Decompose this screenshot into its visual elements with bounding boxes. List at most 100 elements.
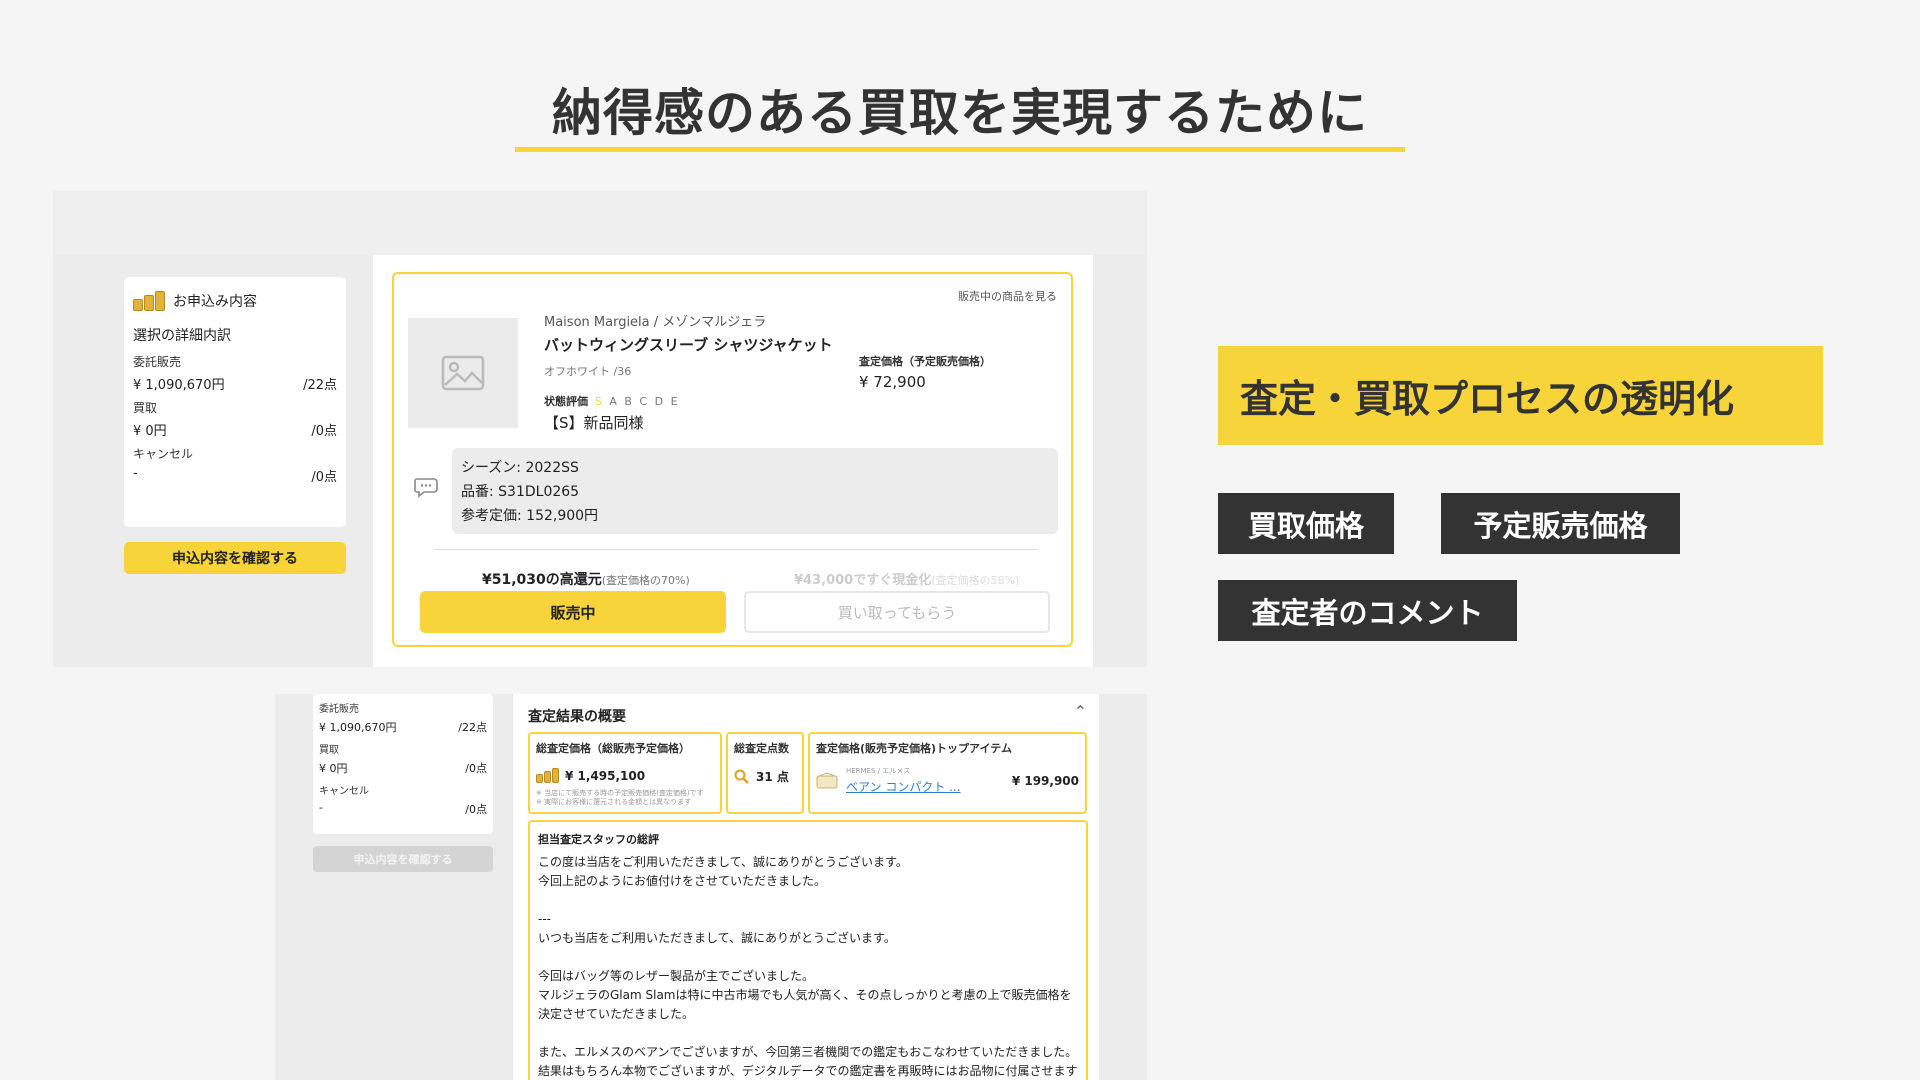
summary-label-consign: 委託販売 (133, 355, 182, 369)
staff-review-line: いつも当店をご利用いただきまして、誠にありがとうございます。 (538, 931, 896, 945)
summary-amount: ¥ 0円 (133, 424, 167, 439)
divider (434, 549, 1038, 550)
lower-summary-count: /0点 (465, 762, 487, 775)
summary-subtitle: 選択の詳細内訳 (133, 328, 231, 344)
staff-review-line (538, 891, 1078, 910)
staff-review-title: 担当査定スタッフの総評 (538, 833, 659, 846)
staff-review-line: また、エルメスのベアンでございますが、今回第三者機関での鑑定もおこなわせていただ… (538, 1045, 1078, 1059)
top-item-price: ¥ 199,900 (1011, 773, 1079, 788)
application-summary-card: お申込み内容 選択の詳細内訳 委託販売 ¥ 1,090,670円 /22点 買取… (124, 277, 346, 527)
title-underline (515, 147, 1405, 152)
condition-value: 【S】新品同様 (544, 414, 644, 432)
grade-a: A (609, 395, 619, 408)
overview-title: 査定結果の概要 (528, 709, 626, 725)
summary-title: お申込み内容 (173, 294, 257, 310)
item-card: 販売中の商品を見る Maison Margiela / メゾンマルジェラ バット… (392, 272, 1073, 647)
total-price-card: 総査定価格（総販売予定価格） ¥ 1,495,100 ※ 当店にて販売する時の予… (528, 732, 722, 814)
condition-rating: 状態評価 S A B C D E (544, 393, 680, 409)
item-name: バットウィングスリーブ シャツジャケット (544, 336, 833, 354)
lower-summary-row: ¥ 0円 /0点 (319, 760, 487, 776)
lower-summary-row: - /0点 (319, 801, 487, 817)
top-item-row: HERMES / エルメス ベアン コンパクト ... ¥ 199,900 (816, 766, 1079, 795)
tag-planned-sale-price: 予定販売価格 (1441, 493, 1680, 554)
item-brand: Maison Margiela / メゾンマルジェラ (544, 315, 767, 330)
summary-row-buy: ¥ 0円 /0点 (133, 420, 337, 439)
estimate-label: 査定価格（予定販売価格） (859, 355, 991, 368)
total-points-value-row: 31 点 (734, 768, 796, 785)
sell-option-suffix: の高還元 (545, 572, 602, 588)
total-price-note: ※ 当店にて販売する時の予定販売価格(査定価格)です ※ 実際にお客様に還元され… (536, 789, 714, 807)
title-block: 納得感のある買取を実現するために (515, 80, 1405, 152)
total-points-label: 総査定点数 (734, 742, 789, 755)
staff-review-line: マルジェラのGlam Slamは特に中古市場でも人気が高く、その点しっかりと考慮… (538, 988, 1072, 1002)
item-color-size: オフホワイト /36 (544, 365, 632, 378)
item-thumbnail (408, 318, 518, 428)
buy-out-button[interactable]: 買い取ってもらう (744, 591, 1050, 633)
lower-summary-card: 委託販売 ¥ 1,090,670円 /22点 買取 ¥ 0円 /0点 キャンセル… (313, 694, 493, 834)
comment-product-code: 品番: S31DL0265 (461, 484, 580, 500)
top-item-label: 査定価格(販売予定価格)トップアイテム (816, 742, 1012, 755)
coins-icon (133, 291, 165, 311)
staff-review-line: --- (538, 912, 551, 926)
confirm-application-button[interactable]: 申込内容を確認する (124, 542, 346, 574)
staff-review-line (538, 1024, 1078, 1043)
lower-summary-row: ¥ 1,090,670円 /22点 (319, 719, 487, 735)
lower-summary-count: /22点 (458, 721, 487, 734)
summary-label-cancel: キャンセル (133, 447, 194, 461)
lower-summary-amount: ¥ 1,090,670円 (319, 721, 397, 734)
summary-label-buy: 買取 (133, 401, 158, 415)
total-price-value-row: ¥ 1,495,100 (536, 768, 714, 783)
tag-purchase-price: 買取価格 (1218, 493, 1394, 554)
condition-label: 状態評価 (544, 395, 588, 408)
top-item-card: 査定価格(販売予定価格)トップアイテム HERMES / エルメス ベアン コン… (808, 732, 1087, 814)
sell-option-note: (査定価格の70%) (601, 574, 690, 587)
staff-review-box: 担当査定スタッフの総評 この度は当店をご利用いただきまして、誠にありがとうござい… (528, 820, 1088, 1080)
lower-confirm-button[interactable]: 申込内容を確認する (313, 846, 493, 872)
summary-count: /0点 (311, 470, 337, 485)
see-selling-items-link[interactable]: 販売中の商品を見る (958, 288, 1057, 304)
sell-button[interactable]: 販売中 (420, 591, 726, 633)
staff-review-line: 今回はバッグ等のレザー製品が主でございました。 (538, 969, 815, 983)
image-placeholder-icon (441, 355, 485, 391)
chevron-up-icon[interactable]: ⌃ (1074, 702, 1087, 721)
item-detail-screenshot: お申込み内容 選択の詳細内訳 委託販売 ¥ 1,090,670円 /22点 買取… (53, 191, 1147, 667)
lower-summary-label: 買取 (319, 745, 339, 756)
grade-d: D (654, 395, 666, 408)
comment-icon (414, 478, 438, 498)
transparency-highlight: 査定・買取プロセスの透明化 (1218, 346, 1823, 445)
total-price-note-2: ※ 実際にお客様に還元される金額とは異なります (536, 798, 692, 806)
lower-summary-amount: ¥ 0円 (319, 762, 348, 775)
staff-review-line: 決定させていただきました。 (538, 1007, 695, 1021)
sell-option-caption: ¥51,030の高還元(査定価格の70%) (482, 569, 690, 589)
total-price-note-1: ※ 当店にて販売する時の予定販売価格(査定価格)です (536, 789, 704, 797)
lower-summary-amount: - (319, 801, 323, 814)
total-points-card: 総査定点数 31 点 (726, 732, 804, 814)
grade-s: S (594, 395, 604, 408)
buy-option-caption: ¥43,000ですぐ現金化(査定価格の58%) (794, 569, 1019, 588)
total-points-value: 31 点 (756, 770, 789, 784)
buy-option-suffix: ですぐ現金化 (853, 573, 932, 588)
grade-e: E (670, 395, 680, 408)
summary-amount: - (133, 466, 138, 481)
buy-option-price: ¥43,000 (794, 573, 854, 588)
magnifier-icon (734, 769, 749, 784)
buy-option-note: (査定価格の58%) (931, 574, 1020, 587)
lower-summary-count: /0点 (465, 803, 487, 816)
summary-row-cancel: - /0点 (133, 466, 337, 485)
staff-review-line: 結果はもちろん本物でございますが、デジタルデータでの鑑定書を再販時にはお品物に付… (538, 1064, 1078, 1078)
staff-review-line: 今回上記のようにお値付けをさせていただきました。 (538, 874, 827, 888)
summary-row-consign: ¥ 1,090,670円 /22点 (133, 374, 337, 393)
estimate-value: ¥ 72,900 (859, 373, 926, 391)
item-comment-box: シーズン: 2022SS 品番: S31DL0265 参考定価: 152,900… (452, 448, 1058, 534)
staff-review-line: この度は当店をご利用いただきまして、誠にありがとうございます。 (538, 855, 908, 869)
assessment-result-screenshot: 委託販売 ¥ 1,090,670円 /22点 買取 ¥ 0円 /0点 キャンセル… (275, 694, 1147, 1080)
summary-count: /22点 (303, 378, 337, 393)
comment-list-price: 参考定価: 152,900円 (461, 508, 599, 524)
condition-grades: S A B C D E (595, 395, 680, 408)
grade-b: B (624, 395, 634, 408)
lower-summary-label: キャンセル (319, 786, 369, 797)
coins-icon (536, 768, 559, 783)
top-item-link[interactable]: ベアン コンパクト ... (846, 780, 961, 794)
top-item-info: HERMES / エルメス ベアン コンパクト ... (846, 766, 961, 795)
summary-header: お申込み内容 (133, 291, 337, 311)
